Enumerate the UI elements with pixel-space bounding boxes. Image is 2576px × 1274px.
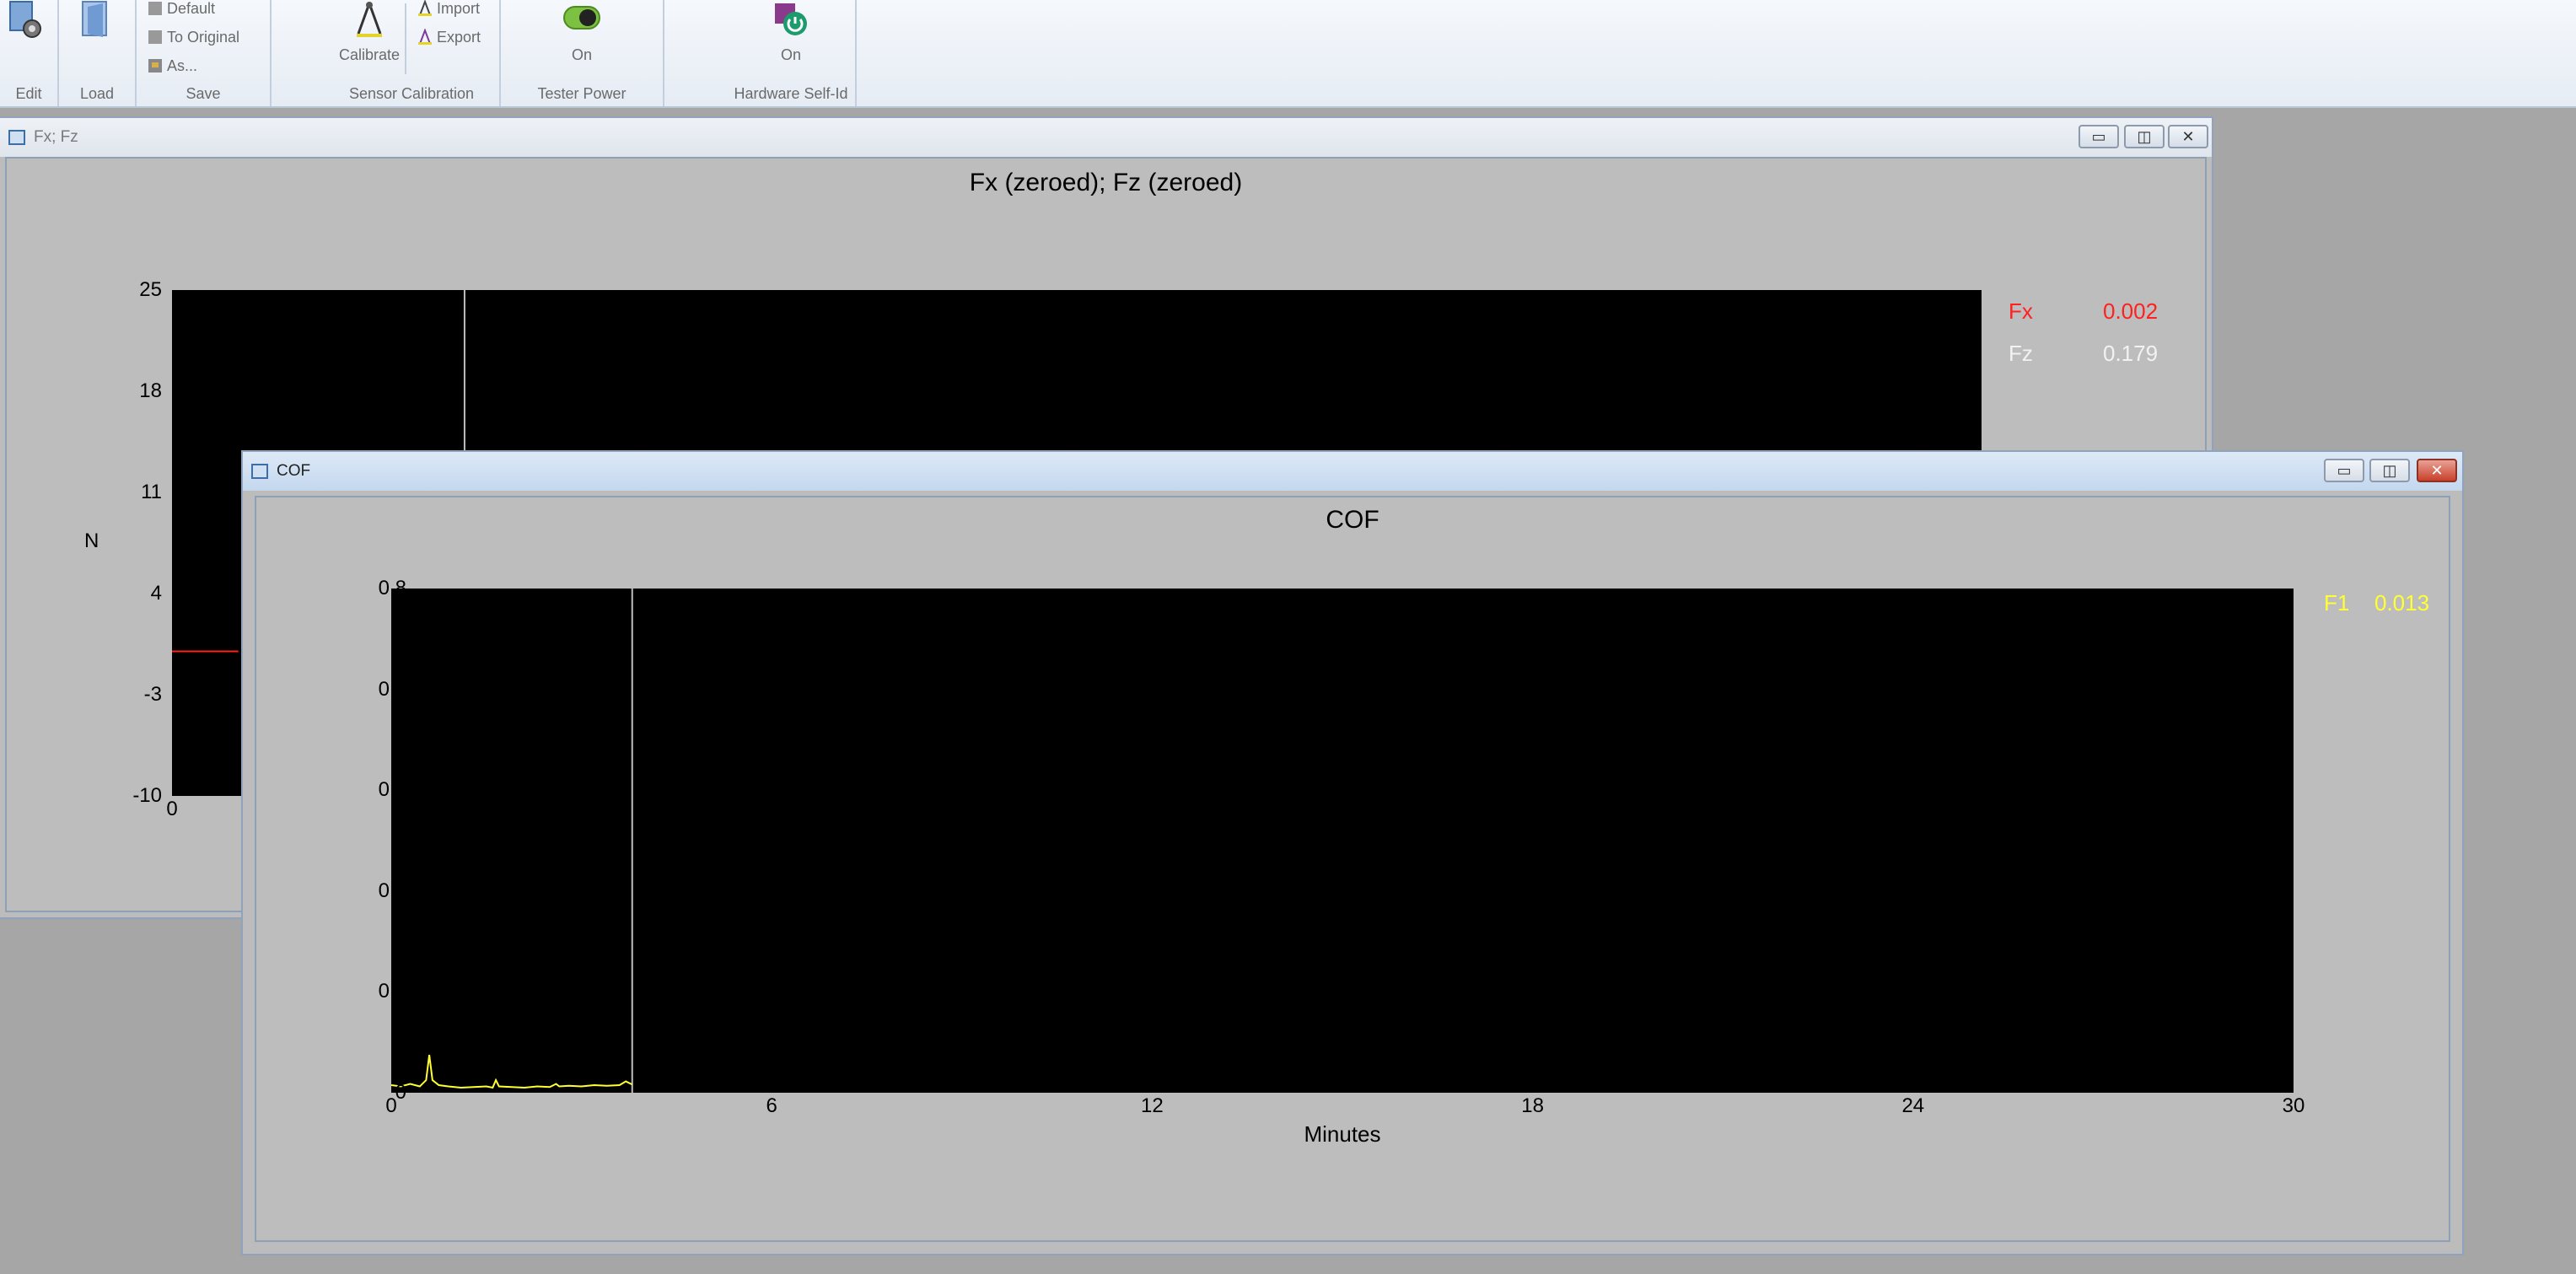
load-button[interactable]	[76, 0, 118, 46]
edit-group: Edit	[0, 0, 59, 106]
sensor-calibration-group: Calibrate Import Export Sensor Calibrati…	[324, 0, 501, 106]
cof-x-tick-label: 24	[1901, 1094, 1925, 1117]
cof-chart-title: COF	[1326, 506, 1379, 534]
tester-power-state: On	[571, 46, 592, 63]
hardware-power-icon	[775, 3, 807, 35]
cof-y-tick-label: 0.6	[378, 677, 406, 701]
cof-x-tick-label: 0	[385, 1094, 397, 1117]
cof-x-tick-label: 12	[1141, 1094, 1164, 1117]
fx-fz-y-tick-label: 25	[139, 278, 162, 301]
cof-y-tick-label: 0.3	[378, 879, 406, 902]
sensor-calibration-group-label: Sensor Calibration	[348, 85, 475, 102]
import-icon	[417, 0, 433, 17]
save-to-original-button[interactable]: To Original	[147, 29, 239, 46]
fx-fz-y-tick-label: -3	[143, 683, 162, 706]
window-icon	[251, 464, 268, 479]
save-group-label: Save	[186, 85, 221, 102]
fx-fz-y-tick-label: 11	[141, 481, 162, 503]
cof-plot-area	[390, 589, 2294, 1093]
power-toggle-icon	[563, 6, 600, 30]
cof-x-tick-label: 6	[766, 1094, 777, 1117]
hardware-self-id-group: On Hardware Self-Id	[727, 0, 857, 106]
cof-x-tick-label: 18	[1521, 1094, 1544, 1117]
cof-client: COF 0.8 0.6 0.5 0.3 0.2 0 0 6 12 18 24 30 Minutes …	[255, 496, 2450, 1242]
fx-fz-restore-button[interactable]: ◫	[2124, 125, 2165, 148]
tester-power-group: On Tester Power	[501, 0, 664, 106]
tester-power-toggle[interactable]: On	[551, 0, 612, 64]
export-button[interactable]: Export	[417, 28, 481, 46]
edit-button[interactable]	[7, 0, 46, 46]
cof-restore-button[interactable]: ◫	[2369, 459, 2410, 482]
cof-close-button[interactable]: ✕	[2417, 459, 2457, 482]
legend-fx-name: Fx	[2009, 298, 2033, 324]
export-label: Export	[437, 29, 481, 46]
folder-icon	[82, 1, 107, 37]
save-to-original-label: To Original	[167, 29, 240, 46]
save-as-button[interactable]: As...	[147, 57, 197, 75]
hardware-self-id-group-label: Hardware Self-Id	[734, 85, 848, 102]
edit-settings-icon	[9, 1, 41, 38]
cof-window: COF ▭ ◫ ✕ COF 0.8 0.6 0.5 0.3 0.2 0 0 6 12 18 24 3…	[241, 450, 2464, 1255]
legend-fx-value: 0.002	[2103, 298, 2159, 324]
fx-fz-chart-title: Fx (zeroed); Fz (zeroed)	[969, 169, 1243, 196]
fx-fz-y-tick-label: 4	[150, 582, 162, 605]
f1-series-line	[390, 1055, 633, 1089]
cof-window-title: COF	[277, 462, 311, 480]
tester-power-group-label: Tester Power	[537, 85, 627, 102]
hardware-self-id-state: On	[780, 46, 801, 63]
fx-fz-y-tick-label: 18	[139, 379, 162, 402]
legend-f1-value: 0.013	[2374, 590, 2430, 615]
cof-x-tick-label: 30	[2282, 1094, 2305, 1117]
cof-titlebar[interactable]: COF ▭ ◫ ✕	[243, 452, 2462, 491]
legend-f1-name: F1	[2324, 590, 2350, 615]
cof-y-tick-label: 0.8	[378, 577, 406, 599]
export-icon	[417, 28, 433, 46]
cof-y-tick-label: 0.2	[378, 980, 406, 1003]
edit-group-label: Edit	[15, 85, 42, 102]
save-default-button[interactable]: Default	[147, 0, 215, 18]
calibrate-icon	[357, 2, 382, 37]
save-group: Default To Original As... Save	[137, 0, 272, 106]
window-icon	[8, 130, 25, 145]
legend-fz-name: Fz	[2009, 341, 2033, 366]
fx-fz-close-button[interactable]: ✕	[2168, 125, 2208, 148]
calibrate-label: Calibrate	[338, 46, 401, 63]
hardware-self-id-toggle[interactable]: On	[761, 0, 821, 64]
fx-fz-window-title: Fx; Fz	[34, 128, 78, 146]
fx-fz-x-tick-label: 0	[166, 798, 178, 820]
fx-fz-y-axis-label: N	[84, 529, 99, 552]
calibrate-button[interactable]: Calibrate	[336, 0, 403, 64]
save-icon	[147, 29, 164, 46]
import-label: Import	[437, 0, 481, 17]
fx-fz-titlebar[interactable]: Fx; Fz ▭ ◫ ✕	[0, 118, 2212, 157]
ribbon-separator	[405, 3, 406, 74]
fx-fz-minimize-button[interactable]: ▭	[2079, 125, 2119, 148]
fx-fz-y-tick-label: -10	[132, 784, 162, 807]
save-as-icon	[147, 57, 164, 74]
ribbon: Edit Load Default To Original As... Save	[0, 0, 2576, 108]
cof-minimize-button[interactable]: ▭	[2324, 459, 2364, 482]
load-group-label: Load	[79, 85, 115, 102]
legend-fz-value: 0.179	[2103, 341, 2159, 366]
import-button[interactable]: Import	[417, 0, 480, 18]
load-group: Load	[59, 0, 137, 106]
cof-plot-svg	[390, 589, 633, 1093]
save-as-label: As...	[167, 57, 198, 74]
save-default-label: Default	[167, 0, 216, 17]
cof-x-axis-label: Minutes	[1304, 1121, 1381, 1147]
save-icon	[147, 0, 164, 17]
cof-y-tick-label: 0.5	[378, 778, 406, 802]
